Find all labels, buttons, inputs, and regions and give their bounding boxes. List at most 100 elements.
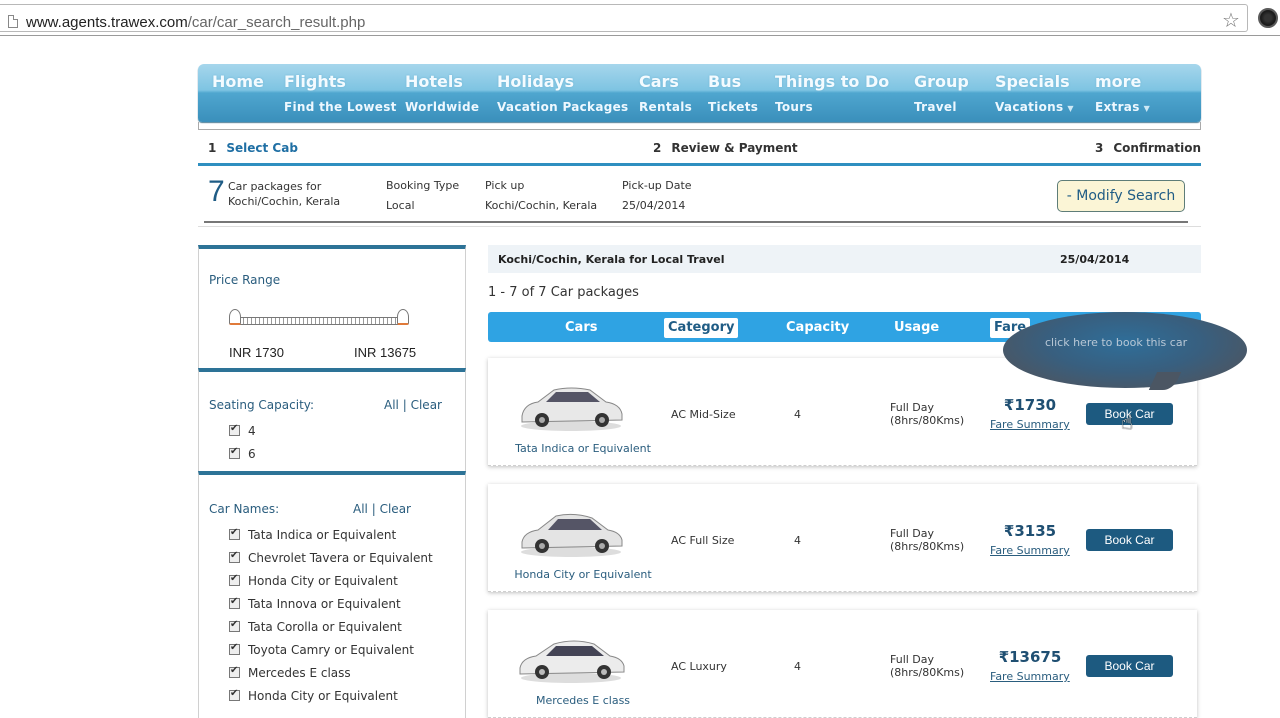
pickup-label: Pick up <box>485 179 525 192</box>
sort-cars[interactable]: Cars <box>561 318 601 338</box>
step-label: Select Cab <box>226 141 298 155</box>
car-names-title: Car Names: <box>209 502 280 516</box>
usage-line-2: (8hrs/80Kms) <box>890 414 965 427</box>
car-image <box>521 513 623 557</box>
nav-sublabel: Vacations ▼ <box>995 100 1074 114</box>
car-name[interactable]: Honda City or Equivalent <box>488 568 678 581</box>
pickup-date: Pick-up Date 25/04/2014 <box>622 179 692 212</box>
hand-cursor-icon: ☝ <box>1121 410 1134 434</box>
nav-label: Cars <box>639 72 679 91</box>
car-image <box>519 640 625 683</box>
url-field[interactable]: www.agents.trawex.com/car/car_search_res… <box>0 4 1248 32</box>
url-path: /car/car_search_result.php <box>187 14 366 31</box>
price-max-value: INR 13675 <box>354 345 417 360</box>
sort-usage[interactable]: Usage <box>890 318 943 338</box>
step-confirmation: 3 Confirmation <box>1095 141 1201 155</box>
fare-summary-link[interactable]: Fare Summary <box>990 670 1070 683</box>
checkbox[interactable] <box>229 642 240 655</box>
car-names-clear-link[interactable]: Clear <box>380 502 411 516</box>
usage-line-1: Full Day <box>890 401 935 414</box>
sort-category[interactable]: Category <box>664 318 739 338</box>
checkbox[interactable] <box>229 550 240 563</box>
summary-divider <box>204 221 1188 223</box>
result-count: 7 <box>208 175 225 208</box>
price-slider-max-handle[interactable] <box>397 309 409 325</box>
summary-line-2: Kochi/Cochin, Kerala <box>228 195 341 208</box>
car-name-option[interactable]: Honda City or Equivalent <box>229 688 398 705</box>
booking-type: Booking Type Local <box>386 179 459 212</box>
car-usage: Full Day (8hrs/80Kms) <box>890 653 964 679</box>
car-capacity: 4 <box>794 408 801 421</box>
star-icon[interactable]: ☆ <box>1222 10 1240 30</box>
car-name-option[interactable]: Tata Innova or Equivalent <box>229 596 401 613</box>
car-image <box>521 387 623 431</box>
fare-summary-link[interactable]: Fare Summary <box>990 418 1070 431</box>
nav-sublabel: Tours <box>775 100 813 114</box>
price-range-title: Price Range <box>209 273 281 287</box>
modify-search-button[interactable]: - Modify Search <box>1057 180 1185 212</box>
nav-sublabel: Find the Lowest <box>284 100 397 114</box>
nav-label: Hotels <box>405 72 463 91</box>
car-usage: Full Day (8hrs/80Kms) <box>890 401 964 427</box>
book-car-button[interactable]: Book Car <box>1086 655 1173 677</box>
usage-line-1: Full Day <box>890 653 935 666</box>
car-names-all-link[interactable]: All <box>353 502 368 516</box>
extension-icon[interactable] <box>1258 8 1278 28</box>
nav-sublabel: Worldwide <box>405 100 480 114</box>
nav-label: Things to Do <box>775 72 890 91</box>
results-date: 25/04/2014 <box>1060 253 1130 266</box>
seating-capacity-title: Seating Capacity: <box>209 398 315 412</box>
car-name[interactable]: Mercedes E class <box>488 694 678 707</box>
step-select-cab: 1 Select Cab <box>208 141 298 155</box>
car-names-filter: Car Names: All | Clear Tata Indica or Eq… <box>198 471 466 718</box>
price-slider-track[interactable] <box>235 317 405 325</box>
checkbox[interactable] <box>229 596 240 609</box>
option-label: 4 <box>248 424 256 438</box>
car-price: ₹1730 <box>1003 396 1057 414</box>
usage-line-1: Full Day <box>890 527 935 540</box>
car-result-card: Mercedes E class AC Luxury 4 Full Day (8… <box>488 610 1197 718</box>
nav-label: Bus <box>708 72 742 91</box>
nav-label: more <box>1095 72 1142 91</box>
car-name-option[interactable]: Tata Corolla or Equivalent <box>229 619 402 636</box>
option-label: Tata Corolla or Equivalent <box>248 620 402 634</box>
seating-option[interactable]: 6 <box>229 446 256 463</box>
nav-divider <box>198 122 1201 130</box>
fare-summary-link[interactable]: Fare Summary <box>990 544 1070 557</box>
car-category: AC Mid-Size <box>671 408 736 421</box>
car-name-option[interactable]: Honda City or Equivalent <box>229 573 398 590</box>
checkbox[interactable] <box>229 619 240 632</box>
chevron-down-icon: ▼ <box>1067 104 1074 113</box>
price-slider-min-handle[interactable] <box>229 309 241 325</box>
summary-text: Car packages for Kochi/Cochin, Kerala <box>228 179 340 209</box>
car-price: ₹3135 <box>1003 522 1057 540</box>
step-label: Review & Payment <box>671 141 798 155</box>
pickup-date-value: 25/04/2014 <box>622 199 686 212</box>
seating-clear-link[interactable]: Clear <box>411 398 442 412</box>
usage-line-2: (8hrs/80Kms) <box>890 666 965 679</box>
booking-steps: 1 Select Cab 2 Review & Payment 3 Confirmat… <box>198 138 1201 166</box>
checkbox[interactable] <box>229 573 240 586</box>
car-names-filter-links: All | Clear <box>353 502 411 516</box>
checkbox[interactable] <box>229 665 240 678</box>
option-label: Tata Innova or Equivalent <box>248 597 401 611</box>
car-name-option[interactable]: Toyota Camry or Equivalent <box>229 642 414 659</box>
car-category: AC Luxury <box>671 660 727 673</box>
book-car-button[interactable]: Book Car <box>1086 529 1173 551</box>
seating-all-link[interactable]: All <box>384 398 399 412</box>
option-label: Honda City or Equivalent <box>248 689 398 703</box>
car-name[interactable]: Tata Indica or Equivalent <box>488 442 678 455</box>
checkbox[interactable] <box>229 423 240 436</box>
seating-option[interactable]: 4 <box>229 423 256 440</box>
checkbox[interactable] <box>229 527 240 540</box>
checkbox[interactable] <box>229 688 240 701</box>
nav-label: Home <box>212 72 264 91</box>
url-text[interactable]: www.agents.trawex.com/car/car_search_res… <box>26 14 365 31</box>
booking-type-value: Local <box>386 199 415 212</box>
car-name-option[interactable]: Tata Indica or Equivalent <box>229 527 396 544</box>
sort-capacity[interactable]: Capacity <box>782 318 853 338</box>
car-name-option[interactable]: Chevrolet Tavera or Equivalent <box>229 550 433 567</box>
nav-sublabel: Tickets <box>708 100 759 114</box>
car-name-option[interactable]: Mercedes E class <box>229 665 351 682</box>
checkbox[interactable] <box>229 446 240 459</box>
